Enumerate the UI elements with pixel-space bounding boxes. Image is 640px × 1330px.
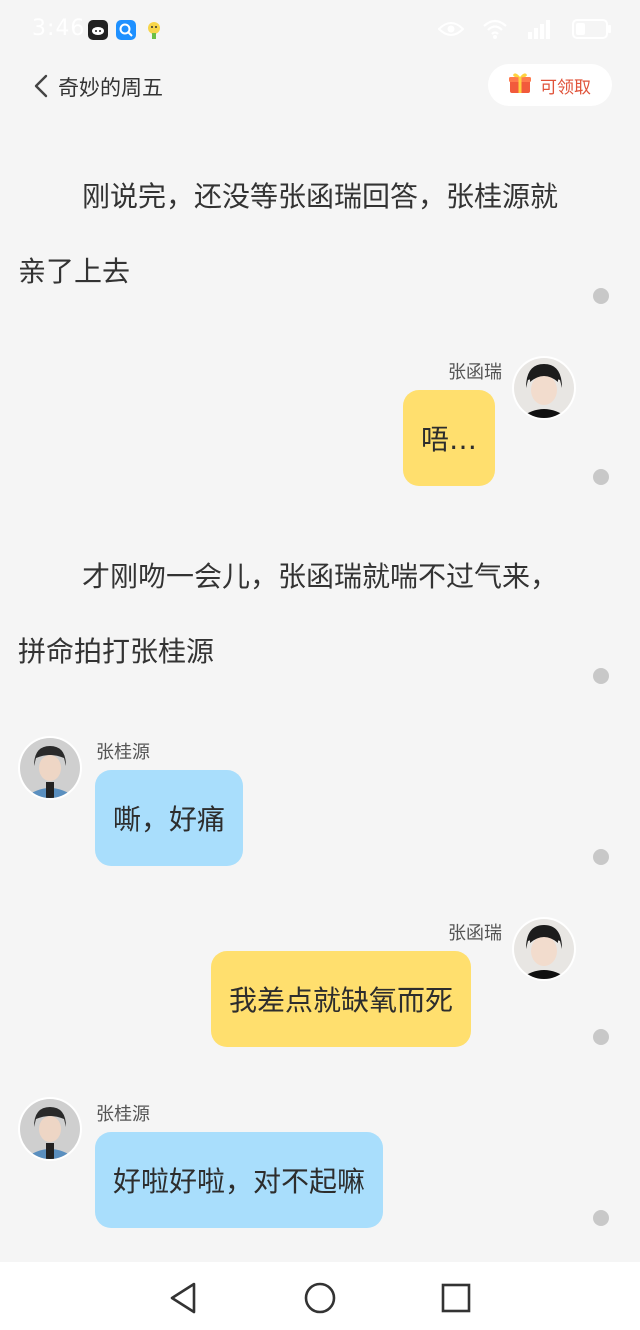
avatar-zhang-guiyuan[interactable] (18, 736, 82, 800)
claim-reward-button[interactable]: 可领取 (488, 64, 612, 106)
claim-label: 可领取 (540, 77, 591, 98)
avatar-zhang-hanrui[interactable] (512, 356, 576, 420)
comment-dot-icon[interactable] (593, 1210, 609, 1226)
wifi-icon (482, 18, 508, 40)
status-bar: 3:46 (0, 0, 640, 60)
back-triangle-icon[interactable] (164, 1278, 204, 1318)
avatar-zhang-hanrui[interactable] (512, 917, 576, 981)
comment-dot-icon[interactable] (593, 288, 609, 304)
eye-icon (438, 20, 464, 38)
battery-icon (572, 18, 612, 40)
search-app-icon (116, 20, 136, 40)
narration-paragraph: 刚说完，还没等张函瑞回答，张桂源就亲了上去 (18, 180, 559, 288)
status-time: 3:46 (32, 16, 86, 41)
top-bar: 奇妙的周五 可领取 (0, 62, 640, 110)
cat-app-icon (88, 20, 108, 40)
recents-square-icon[interactable] (436, 1278, 476, 1318)
speaker-name: 张桂源 (96, 742, 150, 763)
speaker-name: 张函瑞 (448, 362, 502, 383)
mascot-app-icon (144, 20, 164, 40)
comment-dot-icon[interactable] (593, 1029, 609, 1045)
home-circle-icon[interactable] (300, 1278, 340, 1318)
narration-paragraph: 才刚吻一会儿，张函瑞就喘不过气来，拼命拍打张桂源 (18, 560, 559, 668)
comment-dot-icon[interactable] (593, 469, 609, 485)
speaker-name: 张函瑞 (448, 923, 502, 944)
message-bubble: 好啦好啦，对不起嘛 (95, 1132, 384, 1228)
speaker-name: 张桂源 (96, 1104, 150, 1125)
gift-box-icon (508, 71, 532, 99)
story-title: 奇妙的周五 (58, 76, 163, 100)
avatar-zhang-guiyuan[interactable] (18, 1097, 82, 1161)
message-bubble: 嘶，好痛 (95, 770, 244, 866)
message-bubble: 唔… (403, 390, 496, 486)
comment-dot-icon[interactable] (593, 668, 609, 684)
comment-dot-icon[interactable] (593, 849, 609, 865)
back-chevron-icon[interactable] (30, 70, 54, 102)
message-bubble: 我差点就缺氧而死 (211, 951, 472, 1047)
signal-icon (526, 18, 554, 40)
system-navigation-bar (0, 1262, 640, 1330)
